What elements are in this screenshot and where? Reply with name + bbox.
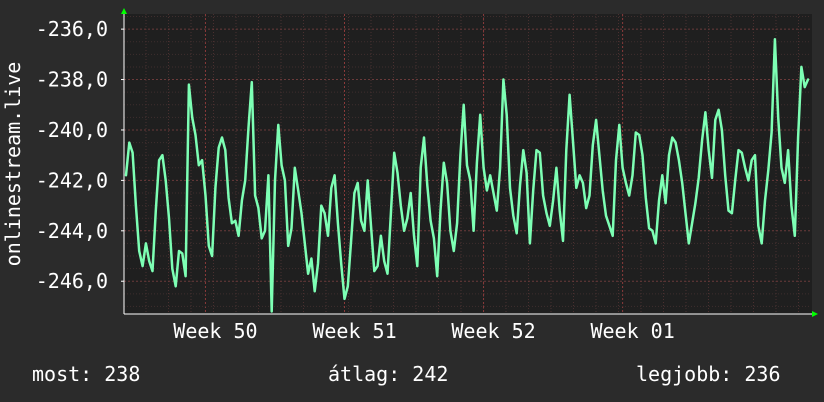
y-axis-ticks: -236,0 -238,0 -240,0 -242,0 -244,0 -246,0 [36,17,124,293]
y-axis-arrow [121,8,127,14]
chart-container: -236,0 -238,0 -240,0 -242,0 -244,0 -246,0 Wee… [0,0,824,402]
x-tick-label: Week 01 [590,319,674,343]
y-tick-label: -246,0 [36,269,108,293]
x-axis-ticks: Week 50 Week 51 Week 52 Week 01 [173,319,674,343]
stats-bar: most: 238 átlag: 242 legjobb: 236 [0,362,824,388]
stat-average: átlag: 242 [328,362,449,386]
line-chart: -236,0 -238,0 -240,0 -242,0 -244,0 -246,0 Wee… [1,8,818,343]
x-tick-label: Week 52 [451,319,535,343]
y-axis-label: onlinestream.live [1,62,25,267]
y-tick-label: -244,0 [36,219,108,243]
y-tick-label: -236,0 [36,17,108,41]
y-tick-label: -242,0 [36,168,108,192]
y-tick-label: -240,0 [36,118,108,142]
stat-best: legjobb: 236 [636,362,781,386]
x-tick-label: Week 51 [312,319,396,343]
y-tick-label: -238,0 [36,68,108,92]
x-tick-label: Week 50 [173,319,257,343]
stat-current: most: 238 [32,362,141,386]
x-axis-arrow [812,311,818,317]
